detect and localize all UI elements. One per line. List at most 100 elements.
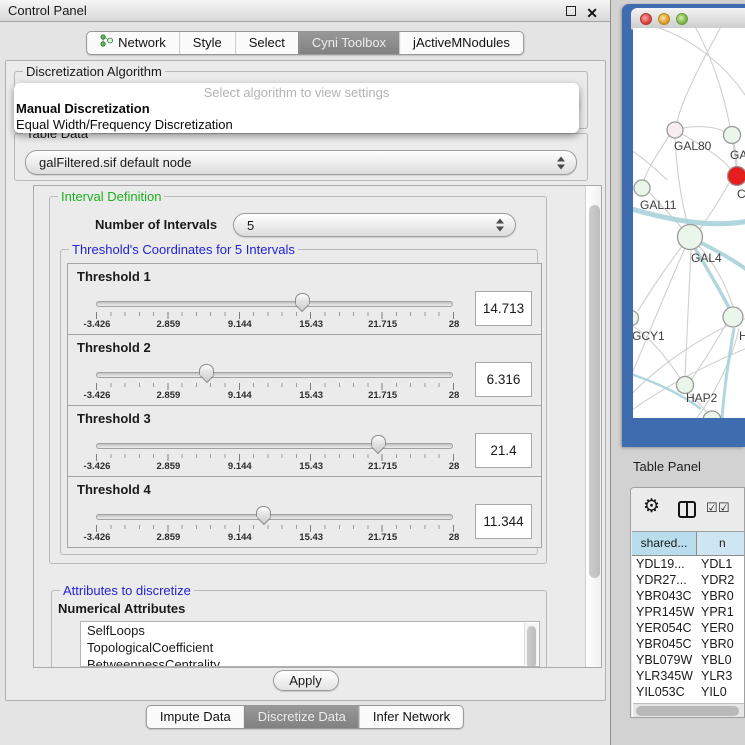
cell-shared-name[interactable]: YLR345W [632, 668, 697, 684]
cell-shared-name[interactable]: YBR045C [632, 636, 697, 652]
tab-select[interactable]: Select [235, 32, 298, 54]
tab-impute-data[interactable]: Impute Data [147, 706, 244, 728]
table-data-combobox[interactable]: galFiltered.sif default node [25, 150, 577, 175]
list-scrollbar-thumb[interactable] [527, 626, 536, 667]
float-window-icon[interactable] [566, 6, 576, 16]
column-header-name[interactable]: n [697, 532, 744, 555]
cell-shared-name[interactable]: YDL19... [632, 556, 697, 572]
table-header-row: shared... n [632, 532, 744, 556]
slider-tick-labels: -3.4262.8599.14415.4321.71528 [68, 319, 541, 331]
tab-infer-network[interactable]: Infer Network [359, 706, 463, 728]
tab-network[interactable]: Network [87, 32, 179, 54]
settings-scrollbar-thumb[interactable] [589, 205, 600, 578]
split-columns-icon[interactable] [678, 501, 696, 518]
node-label-gal11: GAL11 [640, 198, 677, 212]
slider-tick-label: -3.426 [84, 461, 111, 472]
node-selected-red[interactable] [728, 167, 745, 186]
minimize-traffic-light-icon[interactable] [658, 13, 670, 25]
slider-tick-label: 28 [449, 390, 460, 401]
algorithm-option-equal-width[interactable]: Equal Width/Frequency Discretization [14, 117, 579, 133]
slider-tick-label: 21.715 [368, 532, 397, 543]
node-gcy1[interactable] [633, 311, 639, 326]
cell-name[interactable]: YBL0 [697, 652, 744, 668]
table-row[interactable]: YER054CYER0 [632, 620, 744, 636]
threshold-2-slider[interactable] [96, 372, 453, 378]
cell-shared-name[interactable]: YIL053C [632, 684, 697, 700]
zoom-traffic-light-icon[interactable] [676, 13, 688, 25]
table-row[interactable]: YDL19...YDL1 [632, 556, 744, 572]
column-header-shared[interactable]: shared... [632, 532, 697, 555]
threshold-1-slider-thumb[interactable] [295, 293, 310, 304]
cell-name[interactable]: YDL1 [697, 556, 744, 572]
tab-select-label: Select [249, 32, 285, 54]
tab-cyni-toolbox[interactable]: Cyni Toolbox [298, 32, 399, 54]
cell-name[interactable]: YIL0 [697, 684, 744, 700]
cell-name[interactable]: YER0 [697, 620, 744, 636]
node-bottom[interactable] [703, 411, 721, 418]
table-horizontal-scrollbar[interactable] [633, 703, 744, 717]
number-of-intervals-label: Number of Intervals [95, 217, 217, 232]
node-label-gal80: GAL80 [674, 139, 712, 153]
cell-name[interactable]: YDR2 [697, 572, 744, 588]
checkbox-icon[interactable]: ☑ [706, 500, 718, 516]
attributes-group: Attributes to discretize Numerical Attri… [51, 590, 547, 668]
slider-tick-label: 9.144 [228, 390, 252, 401]
table-rows: YDL19...YDL1YDR27...YDR2YBR043CYBR0YPR14… [632, 556, 744, 700]
settings-scrollbar[interactable] [585, 186, 601, 667]
threshold-1-panel: Threshold 1 -3.4262.8599.14415.4321.7152… [67, 263, 542, 335]
threshold-4-slider[interactable] [96, 514, 453, 520]
node-unnamed[interactable] [724, 127, 741, 144]
threshold-3-slider[interactable] [96, 443, 453, 449]
tab-jactivemnodules-label: jActiveMNodules [413, 32, 510, 54]
threshold-3-value-field[interactable]: 21.4 [475, 433, 532, 468]
slider-tick-label: 28 [449, 319, 460, 330]
cell-name[interactable]: YBR0 [697, 588, 744, 604]
close-icon[interactable]: ✕ [586, 2, 598, 24]
cell-shared-name[interactable]: YBR043C [632, 588, 697, 604]
cell-name[interactable]: YLR3 [697, 668, 744, 684]
tab-jactivemnodules[interactable]: jActiveMNodules [399, 32, 523, 54]
cell-name[interactable]: YBR0 [697, 636, 744, 652]
table-row[interactable]: YLR345WYLR3 [632, 668, 744, 684]
threshold-4-slider-thumb[interactable] [256, 506, 271, 517]
number-of-intervals-combobox[interactable]: 5 [233, 213, 516, 237]
cell-shared-name[interactable]: YDR27... [632, 572, 697, 588]
checkbox-icon[interactable]: ☑ [718, 500, 730, 516]
table-row[interactable]: YIL053CYIL0 [632, 684, 744, 700]
table-row[interactable]: YBR045CYBR0 [632, 636, 744, 652]
table-row[interactable]: YPR145WYPR1 [632, 604, 744, 620]
threshold-2-value-field[interactable]: 6.316 [475, 362, 532, 397]
threshold-3-slider-thumb[interactable] [371, 435, 386, 446]
gear-icon[interactable]: ⚙ [643, 496, 660, 518]
cell-shared-name[interactable]: YPR145W [632, 604, 697, 620]
table-row[interactable]: YDR27...YDR2 [632, 572, 744, 588]
attribute-list-item[interactable]: SelfLoops [81, 622, 539, 639]
slider-tick-label: -3.426 [84, 319, 111, 330]
tab-discretize-data[interactable]: Discretize Data [244, 706, 359, 728]
attribute-list-item[interactable]: TopologicalCoefficient [81, 639, 539, 656]
algorithm-hint-option[interactable]: Select algorithm to view settings [14, 83, 579, 101]
attribute-list-item[interactable]: BetweennessCentrality [81, 656, 539, 667]
threshold-1-slider[interactable] [96, 301, 453, 307]
threshold-4-value-field[interactable]: 11.344 [475, 504, 532, 539]
table-hscrollbar-thumb[interactable] [636, 706, 739, 716]
table-row[interactable]: YBL079WYBL0 [632, 652, 744, 668]
algorithm-option-manual[interactable]: Manual Discretization [14, 101, 579, 117]
network-canvas[interactable]: GAL80 GA GAL11 C GAL4 GCY1 H HAP2 [633, 28, 745, 418]
list-scrollbar[interactable] [524, 623, 538, 665]
node-table: shared... n YDL19...YDL1YDR27...YDR2YBR0… [632, 531, 744, 717]
cell-name[interactable]: YPR1 [697, 604, 744, 620]
numerical-attributes-list[interactable]: SelfLoopsTopologicalCoefficientBetweenne… [80, 621, 540, 667]
node-gal11[interactable] [634, 180, 650, 196]
threshold-2-slider-thumb[interactable] [199, 364, 214, 375]
tab-style[interactable]: Style [179, 32, 235, 54]
apply-button[interactable]: Apply [273, 670, 339, 691]
node-h[interactable] [723, 307, 743, 327]
table-row[interactable]: YBR043CYBR0 [632, 588, 744, 604]
cell-shared-name[interactable]: YER054C [632, 620, 697, 636]
node-gal4[interactable] [678, 225, 703, 250]
close-traffic-light-icon[interactable] [640, 13, 652, 25]
cell-shared-name[interactable]: YBL079W [632, 652, 697, 668]
threshold-1-value-field[interactable]: 14.713 [475, 291, 532, 326]
node-gal80[interactable] [667, 122, 683, 138]
